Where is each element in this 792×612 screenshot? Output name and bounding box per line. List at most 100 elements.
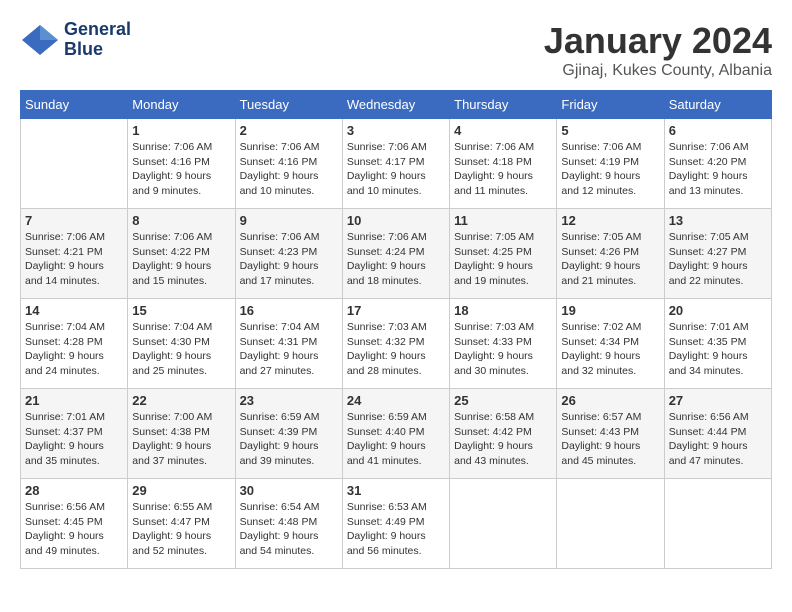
day-sun-info: Sunrise: 6:53 AMSunset: 4:49 PMDaylight:…	[347, 500, 445, 559]
day-sun-info: Sunrise: 7:01 AMSunset: 4:37 PMDaylight:…	[25, 410, 123, 469]
weekday-header-wednesday: Wednesday	[342, 91, 449, 119]
calendar-cell: 14 Sunrise: 7:04 AMSunset: 4:28 PMDayligh…	[21, 299, 128, 389]
day-sun-info: Sunrise: 7:03 AMSunset: 4:33 PMDaylight:…	[454, 320, 552, 379]
day-number: 18	[454, 303, 552, 318]
weekday-header-tuesday: Tuesday	[235, 91, 342, 119]
day-sun-info: Sunrise: 7:06 AMSunset: 4:16 PMDaylight:…	[240, 140, 338, 199]
day-sun-info: Sunrise: 7:04 AMSunset: 4:28 PMDaylight:…	[25, 320, 123, 379]
day-sun-info: Sunrise: 7:06 AMSunset: 4:17 PMDaylight:…	[347, 140, 445, 199]
calendar-cell: 20 Sunrise: 7:01 AMSunset: 4:35 PMDayligh…	[664, 299, 771, 389]
day-sun-info: Sunrise: 7:04 AMSunset: 4:31 PMDaylight:…	[240, 320, 338, 379]
calendar-cell: 29 Sunrise: 6:55 AMSunset: 4:47 PMDayligh…	[128, 479, 235, 569]
day-number: 13	[669, 213, 767, 228]
month-title: January 2024	[544, 20, 772, 62]
day-sun-info: Sunrise: 7:06 AMSunset: 4:18 PMDaylight:…	[454, 140, 552, 199]
calendar-cell: 21 Sunrise: 7:01 AMSunset: 4:37 PMDayligh…	[21, 389, 128, 479]
calendar-cell: 6 Sunrise: 7:06 AMSunset: 4:20 PMDaylight…	[664, 119, 771, 209]
calendar-cell: 24 Sunrise: 6:59 AMSunset: 4:40 PMDayligh…	[342, 389, 449, 479]
day-sun-info: Sunrise: 7:06 AMSunset: 4:22 PMDaylight:…	[132, 230, 230, 289]
logo: General Blue	[20, 20, 131, 60]
day-number: 29	[132, 483, 230, 498]
calendar-cell: 5Sunrise: 7:06 AMSunset: 4:19 PMDaylight…	[557, 119, 664, 209]
day-number: 11	[454, 213, 552, 228]
calendar-cell: 3Sunrise: 7:06 AMSunset: 4:17 PMDaylight…	[342, 119, 449, 209]
day-sun-info: Sunrise: 7:02 AMSunset: 4:34 PMDaylight:…	[561, 320, 659, 379]
logo-icon	[20, 20, 60, 60]
calendar-cell: 30Sunrise: 6:54 AMSunset: 4:48 PMDayligh…	[235, 479, 342, 569]
calendar-cell: 25 Sunrise: 6:58 AMSunset: 4:42 PMDayligh…	[450, 389, 557, 479]
calendar-cell	[557, 479, 664, 569]
day-sun-info: Sunrise: 7:06 AMSunset: 4:16 PMDaylight:…	[132, 140, 230, 199]
day-number: 12	[561, 213, 659, 228]
day-sun-info: Sunrise: 6:58 AMSunset: 4:42 PMDaylight:…	[454, 410, 552, 469]
day-number: 7	[25, 213, 123, 228]
day-sun-info: Sunrise: 7:06 AMSunset: 4:20 PMDaylight:…	[669, 140, 767, 199]
day-sun-info: Sunrise: 6:56 AMSunset: 4:45 PMDaylight:…	[25, 500, 123, 559]
calendar-week-row: 28 Sunrise: 6:56 AMSunset: 4:45 PMDayligh…	[21, 479, 772, 569]
day-number: 27	[669, 393, 767, 408]
calendar-cell: 28 Sunrise: 6:56 AMSunset: 4:45 PMDayligh…	[21, 479, 128, 569]
day-sun-info: Sunrise: 7:04 AMSunset: 4:30 PMDaylight:…	[132, 320, 230, 379]
calendar-week-row: 7 Sunrise: 7:06 AMSunset: 4:21 PMDaylight…	[21, 209, 772, 299]
day-sun-info: Sunrise: 6:55 AMSunset: 4:47 PMDaylight:…	[132, 500, 230, 559]
calendar-cell: 8 Sunrise: 7:06 AMSunset: 4:22 PMDaylight…	[128, 209, 235, 299]
day-number: 14	[25, 303, 123, 318]
day-sun-info: Sunrise: 7:05 AMSunset: 4:25 PMDaylight:…	[454, 230, 552, 289]
calendar-cell: 19 Sunrise: 7:02 AMSunset: 4:34 PMDayligh…	[557, 299, 664, 389]
day-number: 8	[132, 213, 230, 228]
day-sun-info: Sunrise: 7:05 AMSunset: 4:26 PMDaylight:…	[561, 230, 659, 289]
day-sun-info: Sunrise: 6:59 AMSunset: 4:40 PMDaylight:…	[347, 410, 445, 469]
day-number: 19	[561, 303, 659, 318]
day-number: 30	[240, 483, 338, 498]
day-number: 16	[240, 303, 338, 318]
day-sun-info: Sunrise: 7:06 AMSunset: 4:19 PMDaylight:…	[561, 140, 659, 199]
page-header: General Blue January 2024 Gjinaj, Kukes …	[20, 20, 772, 80]
weekday-header-row: SundayMondayTuesdayWednesdayThursdayFrid…	[21, 91, 772, 119]
calendar-cell: 17Sunrise: 7:03 AMSunset: 4:32 PMDayligh…	[342, 299, 449, 389]
calendar-cell	[664, 479, 771, 569]
day-sun-info: Sunrise: 7:01 AMSunset: 4:35 PMDaylight:…	[669, 320, 767, 379]
day-number: 23	[240, 393, 338, 408]
day-number: 28	[25, 483, 123, 498]
weekday-header-friday: Friday	[557, 91, 664, 119]
calendar-cell: 26Sunrise: 6:57 AMSunset: 4:43 PMDayligh…	[557, 389, 664, 479]
day-sun-info: Sunrise: 7:05 AMSunset: 4:27 PMDaylight:…	[669, 230, 767, 289]
weekday-header-monday: Monday	[128, 91, 235, 119]
calendar-week-row: 21 Sunrise: 7:01 AMSunset: 4:37 PMDayligh…	[21, 389, 772, 479]
calendar-cell: 15 Sunrise: 7:04 AMSunset: 4:30 PMDayligh…	[128, 299, 235, 389]
day-number: 21	[25, 393, 123, 408]
day-number: 17	[347, 303, 445, 318]
calendar-week-row: 14 Sunrise: 7:04 AMSunset: 4:28 PMDayligh…	[21, 299, 772, 389]
calendar-cell: 16 Sunrise: 7:04 AMSunset: 4:31 PMDayligh…	[235, 299, 342, 389]
calendar-week-row: 1Sunrise: 7:06 AMSunset: 4:16 PMDaylight…	[21, 119, 772, 209]
day-number: 25	[454, 393, 552, 408]
calendar-cell	[450, 479, 557, 569]
calendar-cell: 18 Sunrise: 7:03 AMSunset: 4:33 PMDayligh…	[450, 299, 557, 389]
day-number: 26	[561, 393, 659, 408]
calendar-cell: 27 Sunrise: 6:56 AMSunset: 4:44 PMDayligh…	[664, 389, 771, 479]
day-sun-info: Sunrise: 7:06 AMSunset: 4:24 PMDaylight:…	[347, 230, 445, 289]
day-sun-info: Sunrise: 7:06 AMSunset: 4:23 PMDaylight:…	[240, 230, 338, 289]
day-number: 6	[669, 123, 767, 138]
day-sun-info: Sunrise: 7:06 AMSunset: 4:21 PMDaylight:…	[25, 230, 123, 289]
title-block: January 2024 Gjinaj, Kukes County, Alban…	[544, 20, 772, 80]
calendar-cell: 10 Sunrise: 7:06 AMSunset: 4:24 PMDayligh…	[342, 209, 449, 299]
day-sun-info: Sunrise: 6:56 AMSunset: 4:44 PMDaylight:…	[669, 410, 767, 469]
calendar-cell: 7 Sunrise: 7:06 AMSunset: 4:21 PMDaylight…	[21, 209, 128, 299]
weekday-header-sunday: Sunday	[21, 91, 128, 119]
location-subtitle: Gjinaj, Kukes County, Albania	[544, 62, 772, 80]
day-number: 4	[454, 123, 552, 138]
calendar-cell: 13 Sunrise: 7:05 AMSunset: 4:27 PMDayligh…	[664, 209, 771, 299]
logo-line1: General	[64, 20, 131, 40]
calendar-cell: 2Sunrise: 7:06 AMSunset: 4:16 PMDaylight…	[235, 119, 342, 209]
day-number: 15	[132, 303, 230, 318]
day-number: 24	[347, 393, 445, 408]
calendar-cell: 11 Sunrise: 7:05 AMSunset: 4:25 PMDayligh…	[450, 209, 557, 299]
calendar-cell: 1Sunrise: 7:06 AMSunset: 4:16 PMDaylight…	[128, 119, 235, 209]
calendar-cell: 4 Sunrise: 7:06 AMSunset: 4:18 PMDaylight…	[450, 119, 557, 209]
calendar-cell: 31Sunrise: 6:53 AMSunset: 4:49 PMDayligh…	[342, 479, 449, 569]
calendar-cell: 22Sunrise: 7:00 AMSunset: 4:38 PMDayligh…	[128, 389, 235, 479]
day-number: 10	[347, 213, 445, 228]
day-number: 20	[669, 303, 767, 318]
weekday-header-saturday: Saturday	[664, 91, 771, 119]
